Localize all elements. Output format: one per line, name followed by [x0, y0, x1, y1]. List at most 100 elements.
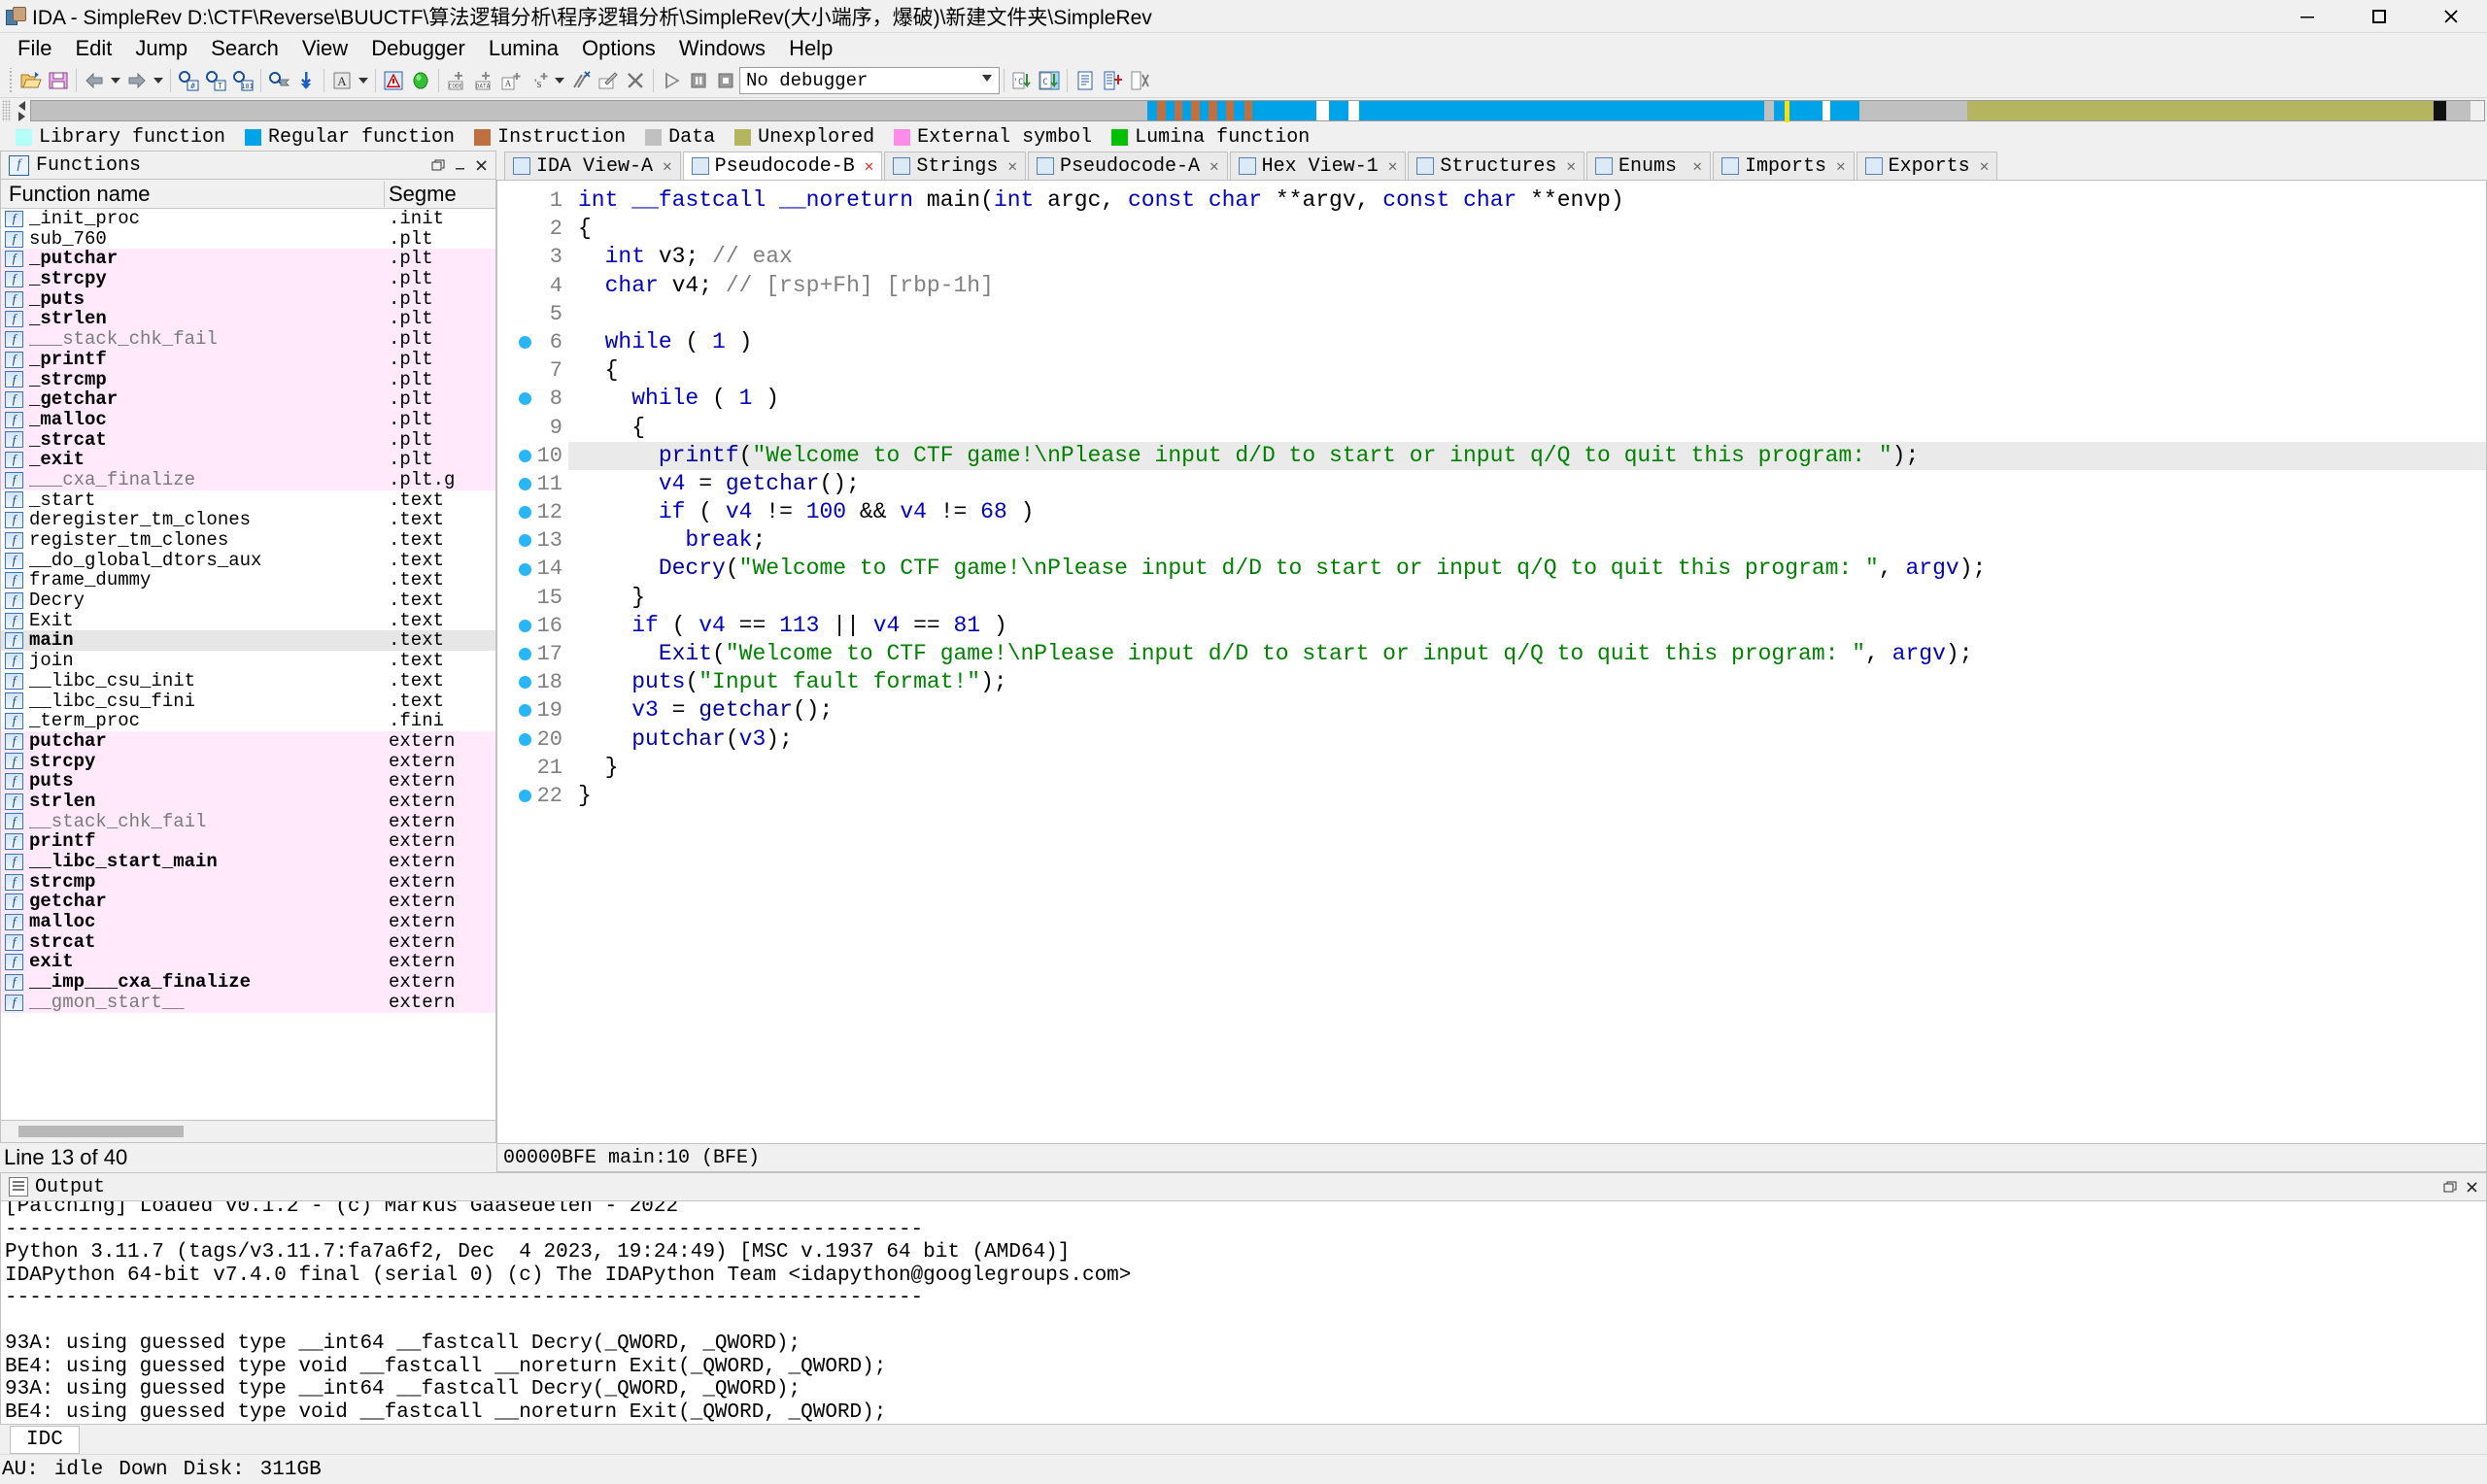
function-row[interactable]: f __imp___cxa_finalize extern: [1, 972, 495, 993]
breakpoint-marker[interactable]: [497, 186, 531, 215]
tab-imports[interactable]: Imports ✕: [1713, 152, 1855, 180]
cross-ref-icon[interactable]: [1126, 67, 1153, 94]
search-immediate-icon[interactable]: 101: [229, 67, 256, 94]
minimize-icon[interactable]: [451, 156, 468, 174]
navband-segment[interactable]: [1191, 101, 1201, 120]
code-line[interactable]: int v3; // eax: [568, 243, 2486, 271]
search-next-icon[interactable]: [265, 67, 292, 94]
tab-pseudocode-b[interactable]: Pseudocode-B ✕: [682, 152, 883, 180]
close-button[interactable]: [2415, 0, 2487, 32]
navband-segment[interactable]: [2445, 101, 2470, 120]
search-hex-icon[interactable]: #: [175, 67, 202, 94]
navigation-band[interactable]: [30, 100, 2485, 122]
navband-segment[interactable]: [1182, 101, 1192, 120]
warning-icon[interactable]: [380, 67, 407, 94]
code-line[interactable]: v4 = getchar();: [568, 470, 2486, 498]
tab-idc[interactable]: IDC: [10, 1426, 80, 1454]
breakpoint-marker[interactable]: [497, 272, 531, 300]
breakpoint-dot-icon[interactable]: [519, 676, 531, 690]
function-row[interactable]: f strcat extern: [1, 931, 495, 953]
open-file-icon[interactable]: [17, 67, 45, 94]
breakpoint-marker[interactable]: [497, 640, 531, 668]
restore-icon[interactable]: [2441, 1178, 2459, 1196]
navband-segment[interactable]: [1328, 101, 1348, 120]
pseudocode-view[interactable]: 1 2 3 4 5 6 7 8 9 10 11 12 13 14 15 16 17 18 19 20 21 22 int …: [496, 180, 2487, 1144]
breakpoint-dot-icon[interactable]: [519, 562, 531, 576]
code-line[interactable]: while ( 1 ): [568, 328, 2486, 356]
function-row[interactable]: f _strcpy .plt: [1, 269, 495, 289]
restore-icon[interactable]: [429, 156, 447, 174]
navband-segment[interactable]: [1208, 101, 1217, 120]
navband-segment[interactable]: [1234, 101, 1244, 120]
code-line[interactable]: if ( v4 != 100 && v4 != 68 ): [568, 498, 2486, 526]
navband-segment[interactable]: [31, 101, 1147, 120]
make-data-icon[interactable]: DATA: [470, 67, 497, 94]
navband-segment[interactable]: [1216, 101, 1226, 120]
breakpoint-marker[interactable]: [497, 668, 531, 696]
function-row[interactable]: f strcpy extern: [1, 751, 495, 772]
breakpoint-dot-icon[interactable]: [519, 477, 531, 490]
functions-list[interactable]: f _init_proc .init f sub_760 .plt f _putchar .pl…: [1, 209, 495, 1120]
breakpoint-marker[interactable]: [497, 612, 531, 640]
menu-windows[interactable]: Windows: [667, 33, 777, 64]
code-line[interactable]: }: [568, 584, 2486, 612]
code-line[interactable]: Decry("Welcome to CTF game!\nPlease inpu…: [568, 555, 2486, 583]
minimize-button[interactable]: [2271, 0, 2343, 32]
tab-structures[interactable]: Structures ✕: [1408, 152, 1585, 180]
navband-segment[interactable]: [2434, 101, 2446, 120]
function-row[interactable]: f _strlen .plt: [1, 309, 495, 330]
function-row[interactable]: f _strcmp .plt: [1, 369, 495, 390]
function-row[interactable]: f _term_proc .fini: [1, 711, 495, 731]
code-line[interactable]: while ( 1 ): [568, 385, 2486, 413]
breakpoint-marker[interactable]: [497, 328, 531, 356]
code-line[interactable]: if ( v4 == 113 || v4 == 81 ): [568, 612, 2486, 640]
navband-segment[interactable]: [1165, 101, 1175, 120]
tab-exports[interactable]: Exports ✕: [1856, 152, 1998, 180]
function-row[interactable]: f _exit .plt: [1, 450, 495, 470]
function-row[interactable]: f __stack_chk_fail extern: [1, 811, 495, 832]
breakpoint-dot-icon[interactable]: [519, 336, 531, 350]
code-line[interactable]: }: [568, 782, 2486, 810]
navband-segment[interactable]: [1823, 101, 1830, 120]
function-row[interactable]: f sub_760 .plt: [1, 228, 495, 250]
navband-cursor[interactable]: [1785, 101, 1790, 122]
step-over-icon[interactable]: C: [1036, 67, 1063, 94]
breakpoint-marker[interactable]: [497, 215, 531, 243]
tab-close-icon[interactable]: ✕: [865, 156, 874, 176]
pseudocode-text[interactable]: int __fastcall __noreturn main(int argc,…: [568, 181, 2486, 1143]
navband-segment[interactable]: [1359, 101, 1764, 120]
breakpoint-dot-icon[interactable]: [519, 704, 531, 718]
function-row[interactable]: f _puts .plt: [1, 288, 495, 310]
navband-scroll-arrows[interactable]: [13, 100, 30, 121]
step-into-icon[interactable]: 'C: [1008, 67, 1036, 94]
breakpoint-marker[interactable]: [497, 754, 531, 782]
column-header-segment[interactable]: Segme: [384, 181, 495, 207]
run-green-icon[interactable]: [407, 67, 434, 94]
code-line[interactable]: v3 = getchar();: [568, 696, 2486, 725]
breakpoint-marker[interactable]: [497, 696, 531, 725]
code-line[interactable]: {: [568, 215, 2486, 243]
undefine-icon[interactable]: [567, 67, 595, 94]
tab-pseudocode-a[interactable]: Pseudocode-A ✕: [1028, 152, 1228, 180]
function-row[interactable]: f printf extern: [1, 831, 495, 852]
function-row[interactable]: f _putchar .plt: [1, 249, 495, 270]
breakpoint-marker[interactable]: [497, 555, 531, 583]
make-array-icon[interactable]: A: [497, 67, 525, 94]
search-text-icon[interactable]: T: [202, 67, 229, 94]
debug-run-icon[interactable]: [658, 67, 685, 94]
hex-view-icon[interactable]: [1072, 67, 1099, 94]
code-line[interactable]: putchar(v3);: [568, 725, 2486, 754]
menu-help[interactable]: Help: [777, 33, 844, 64]
code-line[interactable]: break;: [568, 526, 2486, 555]
make-string-icon[interactable]: 's: [525, 67, 552, 94]
tab-close-icon[interactable]: ✕: [1388, 156, 1398, 176]
code-line[interactable]: {: [568, 356, 2486, 385]
menu-options[interactable]: Options: [570, 33, 667, 64]
menu-view[interactable]: View: [290, 33, 359, 64]
navband-segment[interactable]: [1156, 101, 1166, 120]
menu-jump[interactable]: Jump: [123, 33, 199, 64]
breakpoint-marker[interactable]: [497, 498, 531, 526]
tab-close-icon[interactable]: ✕: [1836, 156, 1846, 176]
breakpoint-marker[interactable]: [497, 243, 531, 271]
tab-close-icon[interactable]: ✕: [663, 156, 672, 176]
